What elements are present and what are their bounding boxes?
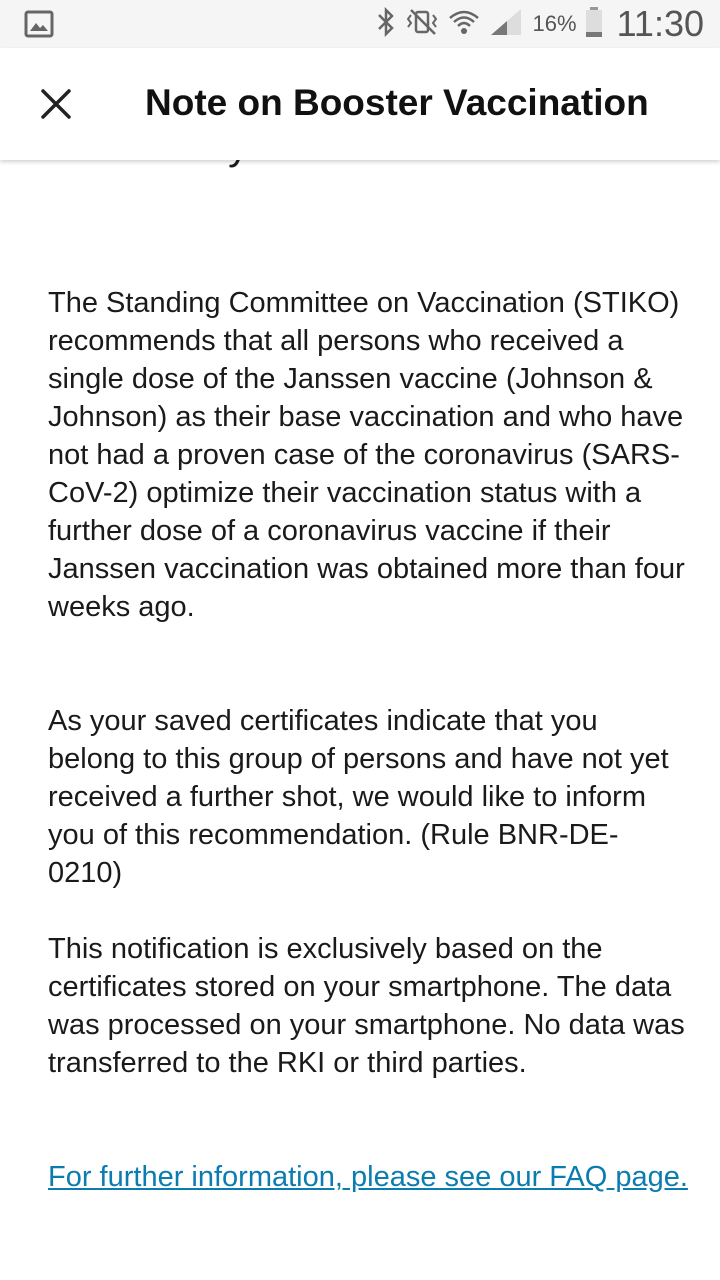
faq-link[interactable]: For further information, please see our … bbox=[48, 1158, 688, 1196]
close-icon bbox=[40, 88, 72, 125]
page-title: Note on Booster Vaccination bbox=[145, 82, 649, 123]
clock: 11:30 bbox=[616, 3, 704, 44]
content-scroll-area[interactable]: based on your saved certificates The Sta… bbox=[0, 160, 720, 1280]
paragraph-recommendation: The Standing Committee on Vaccination (S… bbox=[48, 287, 685, 623]
status-bar: 16% 11:30 bbox=[0, 0, 720, 48]
cell-signal-icon bbox=[489, 7, 523, 42]
battery-icon bbox=[585, 6, 603, 43]
gallery-notification-icon bbox=[24, 10, 54, 38]
battery-percentage: 16% bbox=[532, 11, 577, 36]
vibrate-icon bbox=[405, 7, 439, 42]
section-heading: based on your saved certificates bbox=[48, 160, 678, 174]
paragraph-group-info: As your saved certificates indicate that… bbox=[48, 705, 669, 889]
wifi-icon bbox=[447, 7, 481, 42]
bluetooth-icon bbox=[375, 6, 397, 42]
status-icons: 16% 11:30 bbox=[375, 0, 704, 48]
close-button[interactable] bbox=[20, 70, 92, 142]
paragraph-privacy: This notification is exclusively based o… bbox=[48, 933, 685, 1079]
app-bar: Note on Booster Vaccination bbox=[0, 48, 720, 160]
